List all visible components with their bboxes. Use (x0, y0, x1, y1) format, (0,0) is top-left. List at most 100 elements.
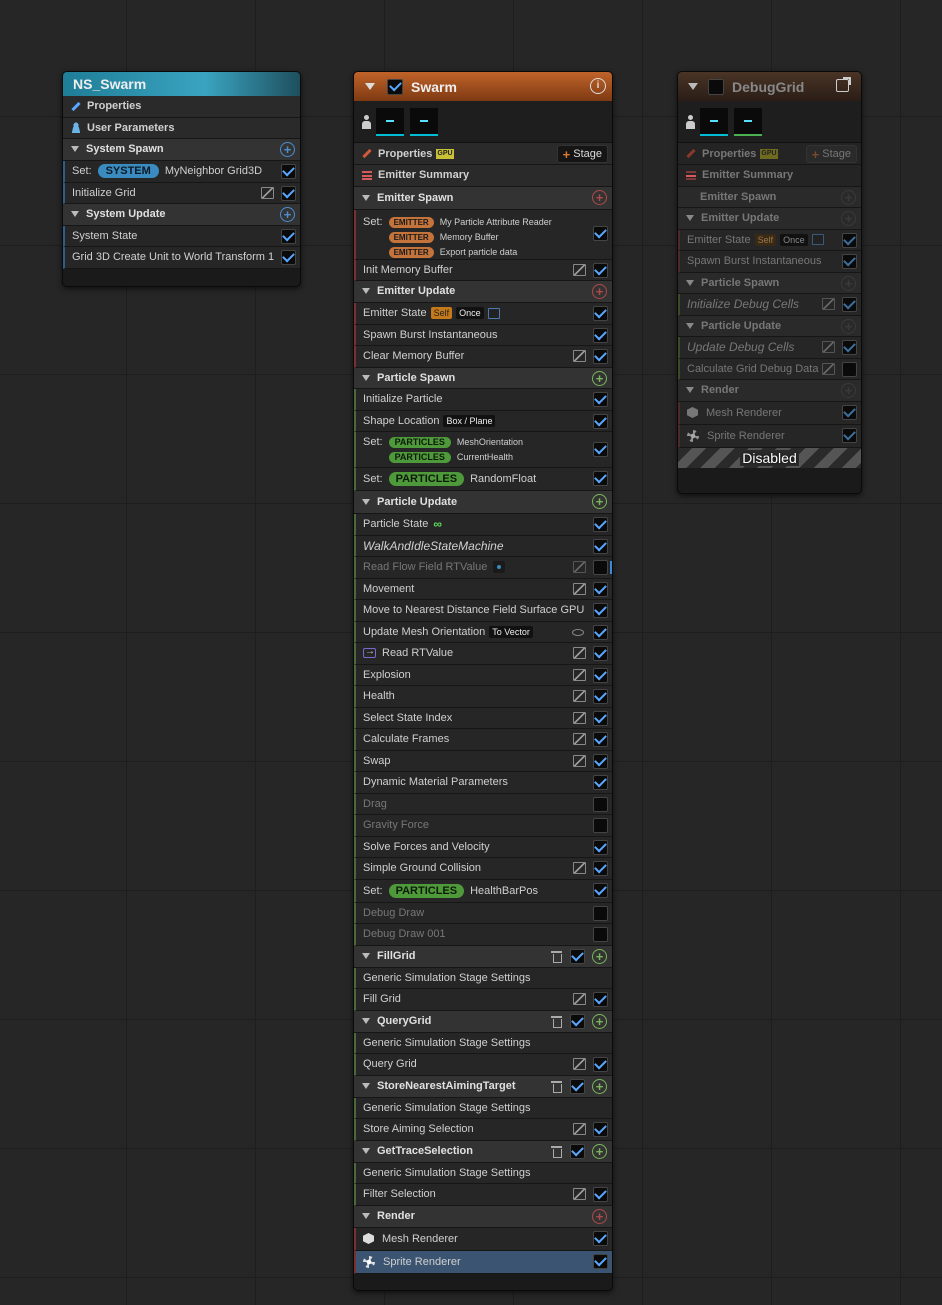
fill-grid-settings[interactable]: Generic Simulation Stage Settings (354, 967, 612, 989)
collapse-arrow-icon[interactable] (362, 1148, 370, 1154)
stage-enable-checkbox[interactable] (570, 1143, 585, 1159)
enable-checkbox[interactable] (842, 254, 857, 269)
update-mesh-orientation-module[interactable]: Update Mesh Orientation To Vector (354, 621, 612, 643)
collapse-arrow-icon[interactable] (686, 215, 694, 222)
add-module-icon[interactable]: + (841, 211, 856, 226)
enable-checkbox[interactable] (842, 232, 857, 248)
collapse-arrow-icon[interactable] (686, 279, 694, 286)
shape-location-module[interactable]: Shape Location Box / Plane (354, 410, 612, 432)
emitter-spawn-section[interactable]: Emitter Spawn + (354, 186, 612, 210)
movement-module[interactable]: Movement (354, 578, 612, 600)
enable-checkbox[interactable] (593, 517, 608, 532)
update-debug-cells-module[interactable]: Update Debug Cells (678, 337, 861, 359)
debug-emitter-spawn-section[interactable]: Emitter Spawn + (678, 186, 861, 208)
collapse-arrow-icon[interactable] (688, 83, 698, 90)
enable-checkbox[interactable] (842, 361, 857, 377)
grid-transform-module[interactable]: Grid 3D Create Unit to World Transform 1 (63, 247, 300, 269)
store-aiming-section[interactable]: StoreNearestAimingTarget + (354, 1075, 612, 1098)
debug-header[interactable]: DebugGrid (678, 72, 861, 101)
enable-checkbox[interactable] (593, 1253, 608, 1269)
thumbnail-preview[interactable] (410, 107, 438, 136)
add-module-icon[interactable]: + (841, 275, 856, 291)
initialize-grid-module[interactable]: Initialize Grid (63, 182, 300, 204)
debug-properties[interactable]: Properties GPU + Stage (678, 143, 861, 165)
enable-checkbox[interactable] (593, 861, 608, 876)
health-bar-pos-module[interactable]: Set: PARTICLES HealthBarPos (354, 879, 612, 903)
initialize-particle-module[interactable]: Initialize Particle (354, 389, 612, 411)
info-icon[interactable]: i (590, 78, 606, 94)
add-module-icon[interactable]: + (592, 284, 607, 299)
add-module-icon[interactable]: + (280, 142, 295, 157)
init-debug-cells-module[interactable]: Initialize Debug Cells (678, 294, 861, 316)
collapse-arrow-icon[interactable] (362, 288, 370, 295)
add-module-icon[interactable]: + (592, 948, 607, 964)
query-grid-settings[interactable]: Generic Simulation Stage Settings (354, 1032, 612, 1054)
enable-checkbox[interactable] (593, 882, 608, 898)
add-module-icon[interactable]: + (592, 494, 607, 509)
enable-checkbox[interactable] (593, 646, 608, 661)
enable-checkbox[interactable] (593, 624, 608, 640)
debug-emitter-update-section[interactable]: Emitter Update + (678, 208, 861, 230)
solve-forces-module[interactable]: Solve Forces and Velocity (354, 836, 612, 858)
clear-memory-buffer-module[interactable]: Clear Memory Buffer (354, 346, 612, 368)
enable-checkbox[interactable] (593, 262, 608, 278)
enable-checkbox[interactable] (593, 305, 608, 321)
system-node[interactable]: NS_Swarm Properties User Parameters Syst… (62, 71, 301, 287)
enable-checkbox[interactable] (593, 689, 608, 704)
system-update-section[interactable]: System Update + (63, 204, 300, 226)
debug-render-section[interactable]: Render + (678, 380, 861, 402)
collapse-arrow-icon[interactable] (71, 146, 79, 153)
particle-update-section[interactable]: Particle Update + (354, 491, 612, 514)
popout-icon[interactable] (836, 77, 851, 92)
enable-checkbox[interactable] (593, 992, 608, 1007)
add-module-icon[interactable]: + (592, 370, 607, 386)
debug-mesh-renderer-item[interactable]: Mesh Renderer (678, 401, 861, 425)
enable-checkbox[interactable] (593, 538, 608, 554)
enable-checkbox[interactable] (281, 250, 296, 265)
enable-checkbox[interactable] (281, 185, 296, 201)
swarm-properties[interactable]: Properties GPU + Stage (354, 143, 612, 165)
fill-grid-section[interactable]: FillGrid + (354, 945, 612, 968)
trace-selection-settings[interactable]: Generic Simulation Stage Settings (354, 1162, 612, 1184)
enable-checkbox[interactable] (593, 442, 608, 457)
enable-checkbox[interactable] (593, 349, 608, 364)
add-module-icon[interactable]: + (592, 1078, 607, 1094)
enable-checkbox[interactable] (281, 228, 296, 244)
read-flow-module[interactable]: Read Flow Field RTValue (354, 557, 612, 579)
stage-enable-checkbox[interactable] (570, 948, 585, 964)
calc-grid-debug-module[interactable]: Calculate Grid Debug Data (678, 358, 861, 380)
thumbnail-preview[interactable] (700, 107, 728, 136)
init-memory-buffer-module[interactable]: Init Memory Buffer (354, 259, 612, 281)
enable-checkbox[interactable] (593, 581, 608, 597)
collapse-arrow-icon[interactable] (362, 499, 370, 505)
sprite-renderer-item[interactable]: Sprite Renderer (354, 1250, 612, 1274)
enable-checkbox[interactable] (842, 404, 857, 420)
add-module-icon[interactable]: + (592, 189, 607, 205)
collapse-arrow-icon[interactable] (362, 1213, 370, 1219)
enable-checkbox[interactable] (842, 427, 857, 443)
collapse-arrow-icon[interactable] (362, 374, 370, 381)
debug-sprite-renderer-item[interactable]: Sprite Renderer (678, 424, 861, 448)
fill-grid-module[interactable]: Fill Grid (354, 989, 612, 1011)
user-parameters[interactable]: User Parameters (63, 117, 300, 139)
enable-checkbox[interactable] (593, 667, 608, 683)
add-module-icon[interactable]: + (841, 318, 856, 334)
add-stage-button[interactable]: + Stage (805, 145, 857, 163)
enable-checkbox[interactable] (593, 225, 608, 241)
drag-module[interactable]: Drag (354, 793, 612, 815)
eye-icon[interactable] (572, 628, 584, 636)
add-module-icon[interactable]: + (592, 1143, 607, 1159)
debug-draw-module[interactable]: Debug Draw (354, 902, 612, 924)
enable-checkbox[interactable] (593, 927, 608, 942)
collapse-arrow-icon[interactable] (362, 1018, 370, 1024)
explosion-module[interactable]: Explosion (354, 664, 612, 686)
enable-checkbox[interactable] (842, 340, 857, 355)
stage-enable-checkbox[interactable] (570, 1078, 585, 1094)
particle-spawn-section[interactable]: Particle Spawn + (354, 367, 612, 389)
emitter-set-module[interactable]: Set: EMITTER My Particle Attribute Reader… (354, 209, 612, 260)
debug-grid-emitter[interactable]: DebugGrid Properties GPU + Stage Emitter … (677, 71, 862, 494)
enable-checkbox[interactable] (593, 1057, 608, 1072)
select-state-index-module[interactable]: Select State Index (354, 707, 612, 729)
gravity-force-module[interactable]: Gravity Force (354, 815, 612, 837)
collapse-arrow-icon[interactable] (686, 387, 694, 394)
